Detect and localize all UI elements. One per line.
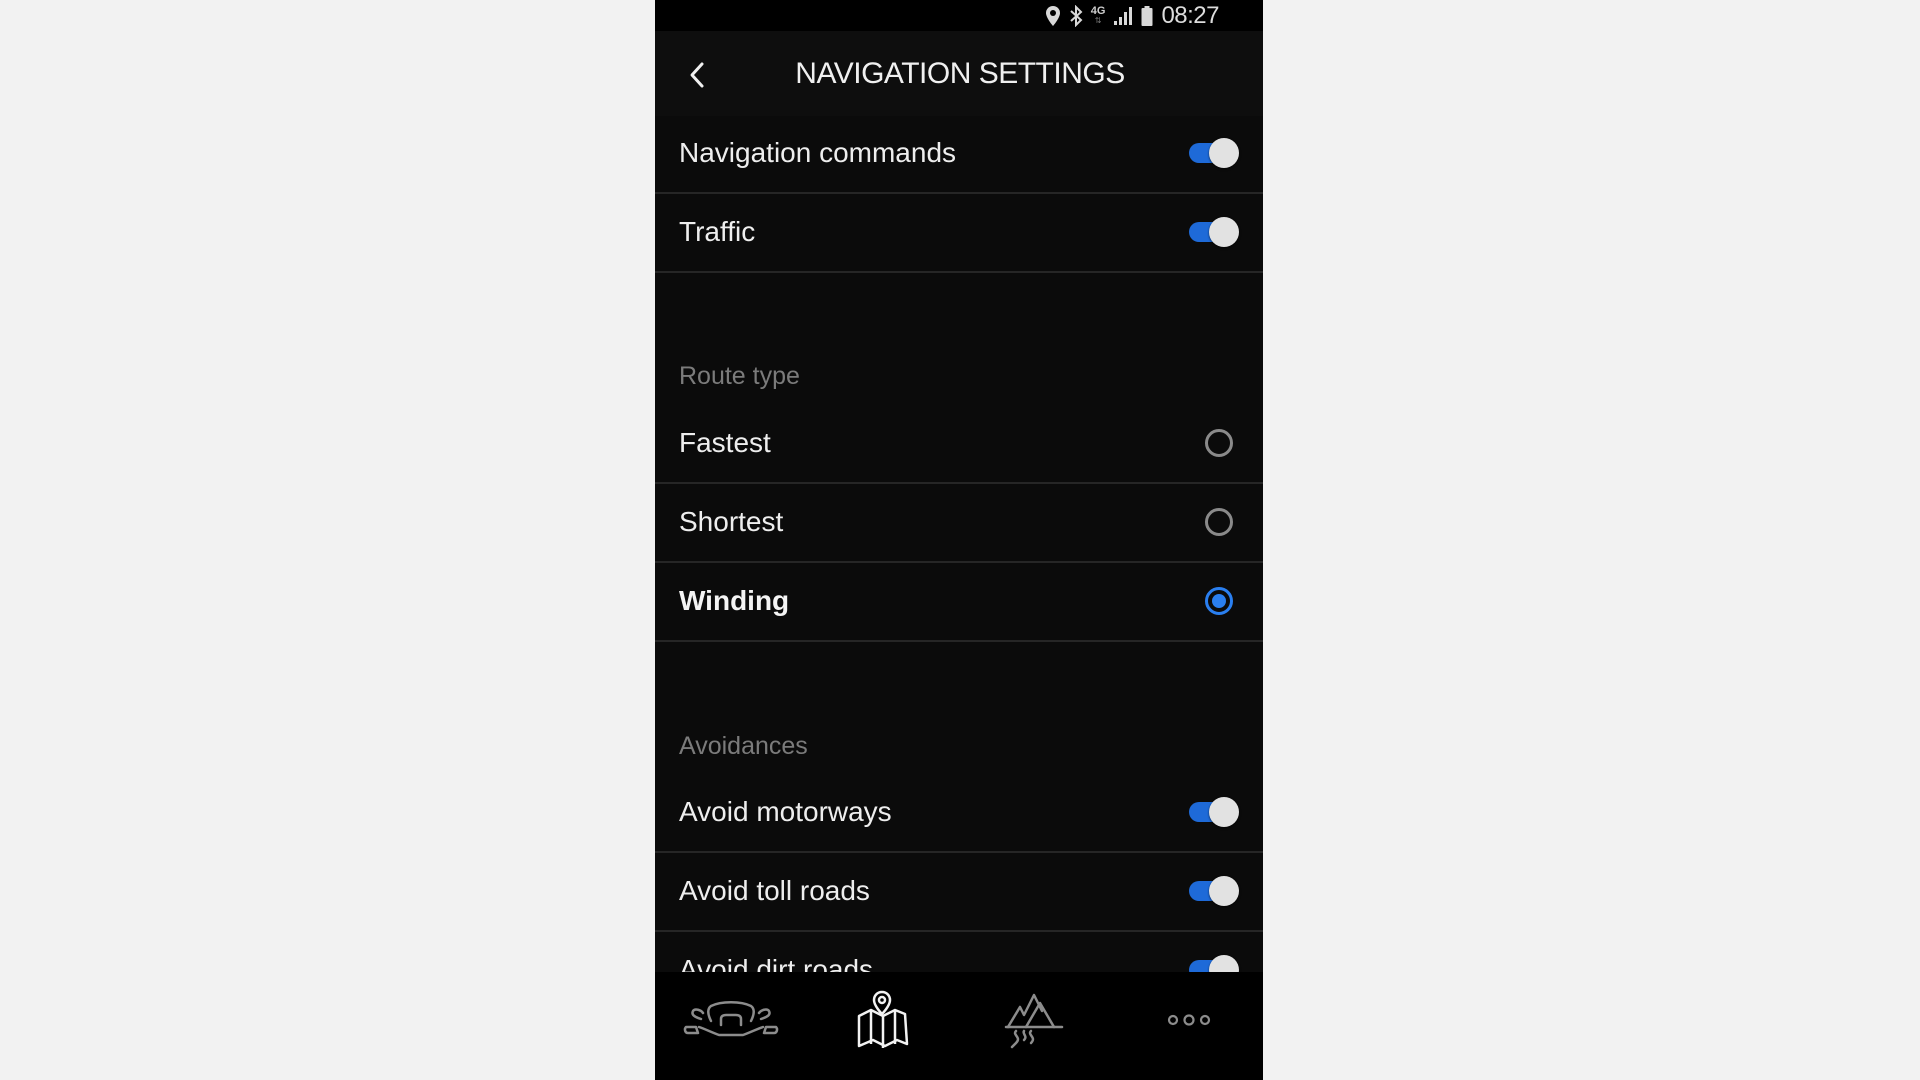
option-label: Winding <box>679 585 790 616</box>
motorcycle-icon <box>683 1001 779 1037</box>
shortest-radio[interactable] <box>1205 508 1233 536</box>
navigation-commands-toggle[interactable] <box>1187 138 1239 168</box>
nav-map[interactable] <box>833 982 933 1058</box>
mountains-road-icon <box>1004 993 1064 1049</box>
section-route-type: Route type <box>679 362 800 390</box>
fastest-radio[interactable] <box>1205 429 1233 457</box>
map-pin-icon <box>857 990 909 1048</box>
network-4g-icon: 4G ⇅ <box>1090 4 1106 25</box>
header: NAVIGATION SETTINGS <box>655 31 1263 116</box>
avoid-motorways-toggle[interactable] <box>1187 797 1239 827</box>
option-label: Fastest <box>679 427 771 458</box>
page-title: NAVIGATION SETTINGS <box>795 57 1125 90</box>
toggle-knob <box>1209 217 1239 247</box>
status-bar: 4G ⇅ 08:27 <box>655 0 1263 31</box>
status-time: 08:27 <box>1161 1 1219 29</box>
setting-avoid-motorways[interactable]: Avoid motorways <box>655 773 1263 853</box>
location-icon <box>1045 5 1061 27</box>
setting-traffic[interactable]: Traffic <box>655 193 1263 273</box>
toggle-knob <box>1209 138 1239 168</box>
setting-label: Avoid toll roads <box>679 875 870 906</box>
setting-label: Avoid motorways <box>679 796 892 827</box>
setting-avoid-toll-roads[interactable]: Avoid toll roads <box>655 852 1263 932</box>
route-option-shortest[interactable]: Shortest <box>655 483 1263 563</box>
signal-icon <box>1113 6 1133 26</box>
option-label: Shortest <box>679 506 784 537</box>
status-icons: 4G ⇅ 08:27 <box>1045 0 1219 31</box>
setting-navigation-commands[interactable]: Navigation commands <box>655 114 1263 194</box>
winding-radio[interactable] <box>1205 587 1233 615</box>
section-avoidances: Avoidances <box>679 732 808 760</box>
battery-icon <box>1141 5 1153 27</box>
route-option-winding[interactable]: Winding <box>655 562 1263 642</box>
toggle-knob <box>1209 876 1239 906</box>
setting-label: Navigation commands <box>679 137 957 168</box>
traffic-toggle[interactable] <box>1187 217 1239 247</box>
route-option-fastest[interactable]: Fastest <box>655 404 1263 484</box>
nav-routes[interactable] <box>985 982 1085 1058</box>
nav-motorcycle[interactable] <box>681 982 781 1058</box>
avoid-toll-roads-toggle[interactable] <box>1187 876 1239 906</box>
toggle-knob <box>1209 797 1239 827</box>
network-type: 4G <box>1090 4 1106 17</box>
bottom-nav <box>655 972 1263 1080</box>
setting-label: Traffic <box>679 216 756 247</box>
phone-screen: 4G ⇅ 08:27 NAVIGATION SETTINGS Navigation… <box>655 0 1263 1080</box>
more-icon <box>1167 1014 1211 1026</box>
bluetooth-icon <box>1069 4 1083 27</box>
nav-more[interactable] <box>1139 982 1239 1058</box>
